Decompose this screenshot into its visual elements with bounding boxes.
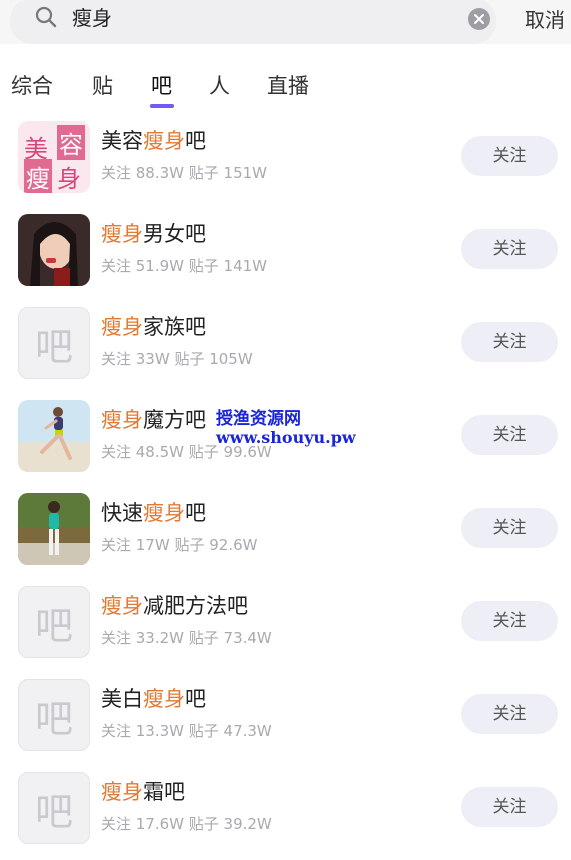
forum-default-icon: 吧 bbox=[34, 696, 73, 741]
forum-avatar-image bbox=[18, 214, 90, 286]
forum-title: 快速瘦身吧 bbox=[101, 501, 206, 525]
tab-people[interactable]: 人 bbox=[209, 73, 230, 99]
clear-icon[interactable] bbox=[467, 7, 491, 31]
follow-button[interactable]: 关注 bbox=[461, 136, 558, 176]
forum-stats: 关注 17.6W 贴子 39.2W bbox=[101, 815, 272, 833]
forum-row[interactable]: 吧 瘦身减肥方法吧 关注 33.2W 贴子 73.4W 关注 bbox=[0, 581, 571, 674]
forum-title: 美容瘦身吧 bbox=[101, 129, 206, 153]
avatar-char: 容 bbox=[57, 125, 85, 160]
watermark-url: www.shouyu.pw bbox=[216, 428, 356, 447]
forum-avatar-image bbox=[18, 400, 90, 472]
follow-button[interactable]: 关注 bbox=[461, 601, 558, 641]
forum-title: 瘦身减肥方法吧 bbox=[101, 594, 248, 618]
runner-icon bbox=[18, 400, 90, 472]
forum-stats: 关注 13.3W 贴子 47.3W bbox=[101, 722, 272, 740]
watermark-title: 授渔资源网 bbox=[216, 409, 301, 429]
forum-title: 瘦身霜吧 bbox=[101, 780, 185, 804]
fitness-photo-icon bbox=[18, 493, 90, 565]
tab-forums[interactable]: 吧 bbox=[151, 73, 172, 99]
forum-row[interactable]: 快速瘦身吧 关注 17W 贴子 92.6W 关注 bbox=[0, 488, 571, 581]
portrait-icon bbox=[18, 214, 90, 286]
forum-row[interactable]: 吧 瘦身家族吧 关注 33W 贴子 105W 关注 bbox=[0, 302, 571, 395]
forum-title: 美白瘦身吧 bbox=[101, 687, 206, 711]
follow-button[interactable]: 关注 bbox=[461, 415, 558, 455]
active-tab-indicator bbox=[150, 104, 174, 108]
forum-title: 瘦身男女吧 bbox=[101, 222, 206, 246]
forum-default-icon: 吧 bbox=[34, 603, 73, 648]
forum-avatar-default: 吧 bbox=[18, 679, 90, 751]
follow-button[interactable]: 关注 bbox=[461, 508, 558, 548]
avatar-char: 瘦 bbox=[24, 159, 52, 193]
forum-default-icon: 吧 bbox=[34, 324, 73, 369]
forum-avatar-default: 吧 bbox=[18, 772, 90, 844]
forum-title: 瘦身魔方吧 bbox=[101, 408, 206, 432]
avatar-char: 身 bbox=[57, 165, 81, 193]
forum-title: 瘦身家族吧 bbox=[101, 315, 206, 339]
search-icon bbox=[35, 6, 57, 28]
search-bar: 瘦身 取消 bbox=[0, 0, 571, 44]
forum-avatar-image: 美 容 瘦 身 bbox=[18, 121, 90, 193]
forum-stats: 关注 17W 贴子 92.6W bbox=[101, 536, 258, 554]
follow-button[interactable]: 关注 bbox=[461, 787, 558, 827]
forum-stats: 关注 33W 贴子 105W bbox=[101, 350, 253, 368]
forum-default-icon: 吧 bbox=[34, 789, 73, 834]
forum-row[interactable]: 瘦身男女吧 关注 51.9W 贴子 141W 关注 bbox=[0, 209, 571, 302]
forum-stats: 关注 88.3W 贴子 151W bbox=[101, 164, 267, 182]
forum-stats: 关注 51.9W 贴子 141W bbox=[101, 257, 267, 275]
follow-button[interactable]: 关注 bbox=[461, 694, 558, 734]
forum-stats: 关注 33.2W 贴子 73.4W bbox=[101, 629, 272, 647]
follow-button[interactable]: 关注 bbox=[461, 229, 558, 269]
forum-avatar-default: 吧 bbox=[18, 586, 90, 658]
tab-bar: 综合 贴 吧 人 直播 bbox=[0, 44, 571, 116]
search-input[interactable]: 瘦身 bbox=[72, 4, 112, 32]
search-box[interactable]: 瘦身 bbox=[10, 0, 496, 44]
tab-posts[interactable]: 贴 bbox=[92, 73, 113, 99]
tab-live[interactable]: 直播 bbox=[267, 73, 309, 99]
follow-button[interactable]: 关注 bbox=[461, 322, 558, 362]
forum-row[interactable]: 美 容 瘦 身 美容瘦身吧 关注 88.3W 贴子 151W 关注 bbox=[0, 116, 571, 209]
forum-row[interactable]: 吧 美白瘦身吧 关注 13.3W 贴子 47.3W 关注 bbox=[0, 674, 571, 767]
tab-comprehensive[interactable]: 综合 bbox=[11, 73, 53, 99]
cancel-button[interactable]: 取消 bbox=[525, 6, 565, 34]
forum-row[interactable]: 吧 瘦身霜吧 关注 17.6W 贴子 39.2W 关注 bbox=[0, 767, 571, 860]
forum-avatar-image bbox=[18, 493, 90, 565]
forum-avatar-default: 吧 bbox=[18, 307, 90, 379]
